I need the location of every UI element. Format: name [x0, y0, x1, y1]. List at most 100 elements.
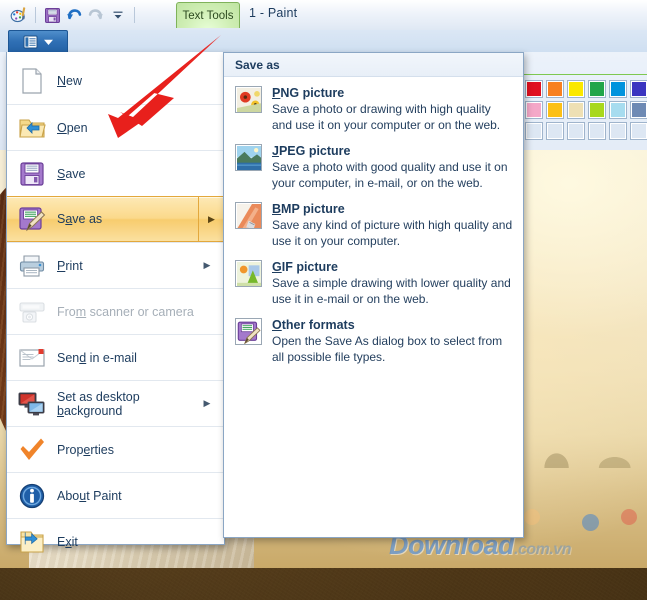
- save-as-option-bmp-picture[interactable]: BMP picture Save any kind of picture with…: [224, 200, 523, 258]
- open-folder-icon: [19, 118, 46, 138]
- file-menu-item-label: Open: [57, 120, 88, 135]
- email-envelope-icon: [15, 341, 49, 375]
- file-menu-item-print[interactable]: Print ▶: [7, 242, 224, 288]
- color-swatch[interactable]: [546, 122, 564, 140]
- color-swatch[interactable]: [546, 80, 564, 98]
- color-swatch[interactable]: [630, 101, 647, 119]
- paint-menu-button[interactable]: [8, 30, 68, 53]
- file-menu-item-open[interactable]: Open: [7, 104, 224, 150]
- undo-icon[interactable]: [63, 4, 85, 26]
- color-swatch[interactable]: [567, 80, 585, 98]
- properties-checkmark-icon: [15, 433, 49, 467]
- file-menu-item-label: Properties: [57, 442, 114, 457]
- file-menu-item-label: New: [57, 74, 83, 88]
- file-menu-list: New Open Save Save as ▶ Print ▶ From sca…: [7, 52, 224, 564]
- save-as-option-text: GIF picture Save a simple drawing with lo…: [272, 260, 513, 307]
- save-as-option-gif-picture[interactable]: GIF picture Save a simple drawing with lo…: [224, 258, 523, 316]
- save-as-option-description: Save a photo with good quality and use i…: [272, 160, 508, 190]
- color-swatch[interactable]: [546, 101, 564, 119]
- save-as-option-text: PNG picture Save a photo or drawing with …: [272, 86, 513, 133]
- save-as-option-description: Save any kind of picture with high quali…: [272, 218, 513, 248]
- scanner-camera-icon: [15, 295, 49, 329]
- color-swatch[interactable]: [525, 80, 543, 98]
- redo-icon: [85, 4, 107, 26]
- other-formats-floppy-icon: [235, 318, 262, 345]
- color-swatch[interactable]: [609, 122, 627, 140]
- submenu-header: Save as: [224, 53, 523, 77]
- file-menu-item-save[interactable]: Save: [7, 150, 224, 196]
- color-swatch[interactable]: [525, 122, 543, 140]
- paint-menu-icon: [23, 35, 37, 49]
- file-menu-item-send-in-e-mail[interactable]: Send in e-mail: [7, 334, 224, 380]
- save-as-option-png-picture[interactable]: PNG picture Save a photo or drawing with …: [224, 84, 523, 142]
- save-as-option-other-formats[interactable]: Other formats Open the Save As dialog box…: [224, 316, 523, 374]
- printer-icon: [19, 254, 45, 277]
- submenu-title: Save as: [235, 57, 280, 72]
- save-as-option-description: Save a simple drawing with lower quality…: [272, 276, 511, 306]
- file-menu-item-label: Save: [57, 166, 86, 181]
- gif-shapes-thumbnail: [237, 262, 261, 286]
- save-as-option-description: Save a photo or drawing with high qualit…: [272, 102, 501, 132]
- save-as-option-title: PNG picture: [272, 86, 345, 100]
- color-swatch[interactable]: [525, 101, 543, 119]
- file-menu-item-properties[interactable]: Properties: [7, 426, 224, 472]
- qat-separator-2: [134, 7, 135, 23]
- file-menu-item-label: About Paint: [57, 488, 122, 503]
- file-menu-item-label: From scanner or camera: [57, 304, 194, 319]
- color-swatch[interactable]: [630, 122, 647, 140]
- exit-folder-icon: [20, 530, 44, 553]
- color-swatch[interactable]: [588, 101, 606, 119]
- file-menu-item-exit[interactable]: Exit: [7, 518, 224, 564]
- save-as-option-title: BMP picture: [272, 202, 345, 216]
- file-menu-item-about-paint[interactable]: About Paint: [7, 472, 224, 518]
- save-icon[interactable]: [41, 4, 63, 26]
- colors-group-accent-line: [521, 74, 647, 75]
- file-menu-panel: New Open Save Save as ▶ Print ▶ From sca…: [6, 52, 225, 553]
- chevron-right-icon: ▶: [203, 260, 211, 270]
- file-menu-item-from-scanner-or-camera: From scanner or camera: [7, 288, 224, 334]
- bokeh-dot: [524, 509, 541, 526]
- save-floppy-icon: [15, 157, 49, 191]
- palette-row-3: [525, 122, 647, 140]
- chevron-right-icon: ▶: [208, 213, 215, 224]
- save-floppy-icon: [20, 161, 44, 186]
- contextual-tab-text-tools[interactable]: Text Tools: [176, 2, 240, 28]
- save-as-option-jpeg-picture[interactable]: JPEG picture Save a photo with good quali…: [224, 142, 523, 200]
- gif-shapes-thumbnail: [235, 260, 262, 287]
- save-as-floppy-icon: [15, 202, 49, 236]
- about-info-icon: [19, 483, 45, 508]
- color-swatch[interactable]: [567, 101, 585, 119]
- chevron-right-icon: ▶: [203, 398, 211, 408]
- jpeg-landscape-thumbnail: [237, 146, 261, 170]
- save-as-option-title: GIF picture: [272, 260, 338, 274]
- paint-app-icon[interactable]: [8, 4, 30, 26]
- save-as-option-text: BMP picture Save any kind of picture with…: [272, 202, 513, 249]
- palette-row-2: [525, 101, 647, 119]
- color-swatch[interactable]: [609, 80, 627, 98]
- save-as-option-text: Other formats Open the Save As dialog box…: [272, 318, 513, 365]
- save-as-option-text: JPEG picture Save a photo with good quali…: [272, 144, 513, 191]
- file-menu-item-label: Save as: [57, 212, 103, 226]
- file-menu-item-label: Set as desktop background: [57, 389, 140, 418]
- color-swatch[interactable]: [588, 122, 606, 140]
- file-menu-item-save-as[interactable]: Save as ▶: [7, 196, 224, 242]
- desktop-monitors-icon: [15, 387, 49, 421]
- chevron-down-icon: [43, 39, 53, 45]
- qat-separator: [35, 7, 36, 23]
- file-menu-item-set-as-desktop-background[interactable]: Set as desktop background ▶: [7, 380, 224, 426]
- color-swatch[interactable]: [588, 80, 606, 98]
- file-menu-item-label: Send in e-mail: [57, 350, 137, 365]
- palette-row-1: [525, 80, 647, 98]
- bmp-brush-thumbnail: [237, 204, 261, 228]
- about-info-icon: [15, 479, 49, 513]
- new-document-icon: [22, 68, 42, 94]
- color-swatch[interactable]: [609, 101, 627, 119]
- quick-access-toolbar: [8, 4, 140, 26]
- save-as-option-title: Other formats: [272, 318, 355, 332]
- customize-qat-icon[interactable]: [107, 4, 129, 26]
- file-menu-item-new[interactable]: New: [7, 58, 224, 104]
- bmp-brush-thumbnail: [235, 202, 262, 229]
- email-envelope-icon: [19, 348, 45, 367]
- color-swatch[interactable]: [567, 122, 585, 140]
- color-swatch[interactable]: [630, 80, 647, 98]
